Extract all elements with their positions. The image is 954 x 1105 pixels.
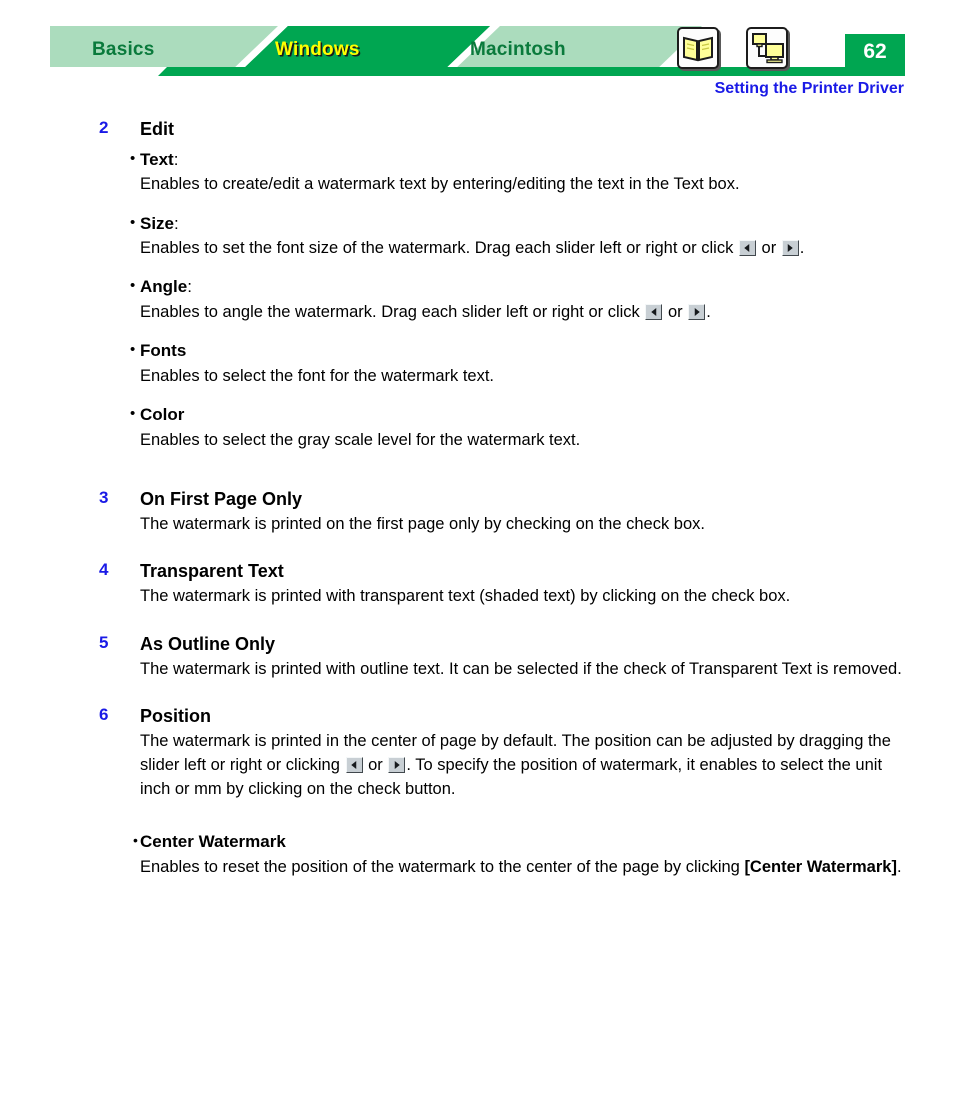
sub-item-body-text-after: . xyxy=(706,302,711,321)
sub-item-body-text-mid: or xyxy=(756,239,781,258)
sub-item-heading-suffix: : xyxy=(187,277,192,297)
sub-item-angle: • Angle: Enables to angle the watermark.… xyxy=(130,276,954,324)
sub-item-size: • Size: Enables to set the font size of … xyxy=(130,213,954,261)
tab-label-windows[interactable]: Windows xyxy=(275,40,360,59)
sub-item-body-text-before: Enables to set the font size of the wate… xyxy=(140,239,738,258)
section-body: The watermark is printed with transparen… xyxy=(140,587,791,606)
section-title: On First Page Only xyxy=(140,488,303,509)
sub-item-color: • Color Enables to select the gray scale… xyxy=(130,404,954,452)
bullet-icon: • xyxy=(130,277,136,295)
sub-item-body: Enables to set the font size of the wate… xyxy=(140,236,920,260)
section-title: Transparent Text xyxy=(140,561,284,582)
section-body: The watermark is printed with outline te… xyxy=(140,659,902,678)
section-number: 4 xyxy=(99,560,109,580)
network-computers-icon[interactable] xyxy=(746,27,788,69)
sub-item-body: Enables to create/edit a watermark text … xyxy=(140,172,920,196)
sub-item-body-text: Enables to create/edit a watermark text … xyxy=(140,175,740,194)
sub-item-body-text-mid: or xyxy=(663,302,688,321)
sub-item-body-text-before: Enables to angle the watermark. Drag eac… xyxy=(140,302,645,321)
sub-item-body: Enables to select the font for the water… xyxy=(140,364,920,388)
sub-item-heading: Angle: xyxy=(140,276,954,298)
sub-item-heading-text: Text xyxy=(140,149,174,169)
sub-item-heading: Fonts xyxy=(140,340,954,362)
right-arrow-spinner-icon[interactable] xyxy=(388,756,406,773)
open-book-icon[interactable] xyxy=(677,27,719,69)
left-arrow-spinner-icon[interactable] xyxy=(645,303,663,320)
section-number: 2 xyxy=(99,118,109,137)
tab-label-basics[interactable]: Basics xyxy=(92,40,154,59)
section-position: 6 Position The watermark is printed in t… xyxy=(0,705,954,801)
sub-item-heading: Text: xyxy=(140,149,954,171)
sub-item-body: Enables to reset the position of the wat… xyxy=(140,855,930,879)
sub-item-heading: Center Watermark xyxy=(140,832,286,852)
right-arrow-spinner-icon[interactable] xyxy=(781,240,799,257)
sub-item-text: • Text: Enables to create/edit a waterma… xyxy=(130,149,954,197)
page-number-badge: 62 xyxy=(845,34,905,70)
center-watermark-button-reference: [Center Watermark] xyxy=(744,857,897,876)
bullet-icon: • xyxy=(130,149,136,167)
section-transparent-text: 4 Transparent Text The watermark is prin… xyxy=(0,560,954,609)
left-arrow-spinner-icon[interactable] xyxy=(345,756,363,773)
sub-item-fonts: • Fonts Enables to select the font for t… xyxy=(130,340,954,388)
sub-item-body-text: Enables to select the font for the water… xyxy=(140,366,495,385)
bullet-icon: • xyxy=(130,341,136,359)
sub-item-center-watermark: • Center Watermark Enables to reset the … xyxy=(0,831,954,879)
section-body: The watermark is printed in the center o… xyxy=(140,730,912,801)
sub-item-body: Enables to select the gray scale level f… xyxy=(140,428,920,452)
sub-item-body-before: Enables to reset the position of the wat… xyxy=(140,857,745,876)
sub-item-body-text: Enables to select the gray scale level f… xyxy=(140,430,581,449)
section-body-mid: or xyxy=(363,755,388,774)
sub-item-heading-text: Size xyxy=(140,213,175,233)
page-header: Basics Windows Macintosh 62 Setting the … xyxy=(0,0,954,110)
tab-label-macintosh[interactable]: Macintosh xyxy=(470,40,566,59)
section-as-outline-only: 5 As Outline Only The watermark is print… xyxy=(0,633,954,682)
sub-item-heading-text: Angle xyxy=(140,277,188,297)
sub-item-heading: Size: xyxy=(140,213,954,235)
sub-item-body-text-after: . xyxy=(799,239,805,258)
sub-item-heading: Color xyxy=(140,404,954,426)
bullet-icon: • xyxy=(133,832,138,849)
right-arrow-spinner-icon[interactable] xyxy=(688,303,706,320)
document-content: 2 Edit • Text: Enables to create/edit a … xyxy=(0,118,954,879)
page-subtitle: Setting the Printer Driver xyxy=(714,80,904,97)
section-title: Position xyxy=(140,706,211,727)
sub-item-heading-suffix: : xyxy=(174,213,179,233)
section-on-first-page-only: 3 On First Page Only The watermark is pr… xyxy=(0,488,954,537)
sub-item-heading-suffix: : xyxy=(173,149,179,169)
bullet-icon: • xyxy=(130,405,136,423)
sub-item-heading-text: Color xyxy=(140,405,185,425)
tab-shape-basics[interactable] xyxy=(50,26,278,72)
bullet-icon: • xyxy=(130,213,136,231)
sub-item-heading-text: Fonts xyxy=(140,341,187,361)
section-number: 5 xyxy=(99,632,109,652)
section-number: 3 xyxy=(99,487,109,507)
left-arrow-spinner-icon[interactable] xyxy=(738,240,756,257)
sub-item-body-after: . xyxy=(896,857,902,876)
sub-item-body: Enables to angle the watermark. Drag eac… xyxy=(140,300,920,324)
section-body: The watermark is printed on the first pa… xyxy=(140,514,705,533)
section-edit: 2 Edit • Text: Enables to create/edit a … xyxy=(0,118,954,452)
section-title: As Outline Only xyxy=(140,633,276,654)
edit-sub-options: • Text: Enables to create/edit a waterma… xyxy=(130,149,954,452)
section-number: 6 xyxy=(99,705,109,725)
underline-left-mask xyxy=(50,67,167,76)
section-title: Edit xyxy=(140,119,174,139)
